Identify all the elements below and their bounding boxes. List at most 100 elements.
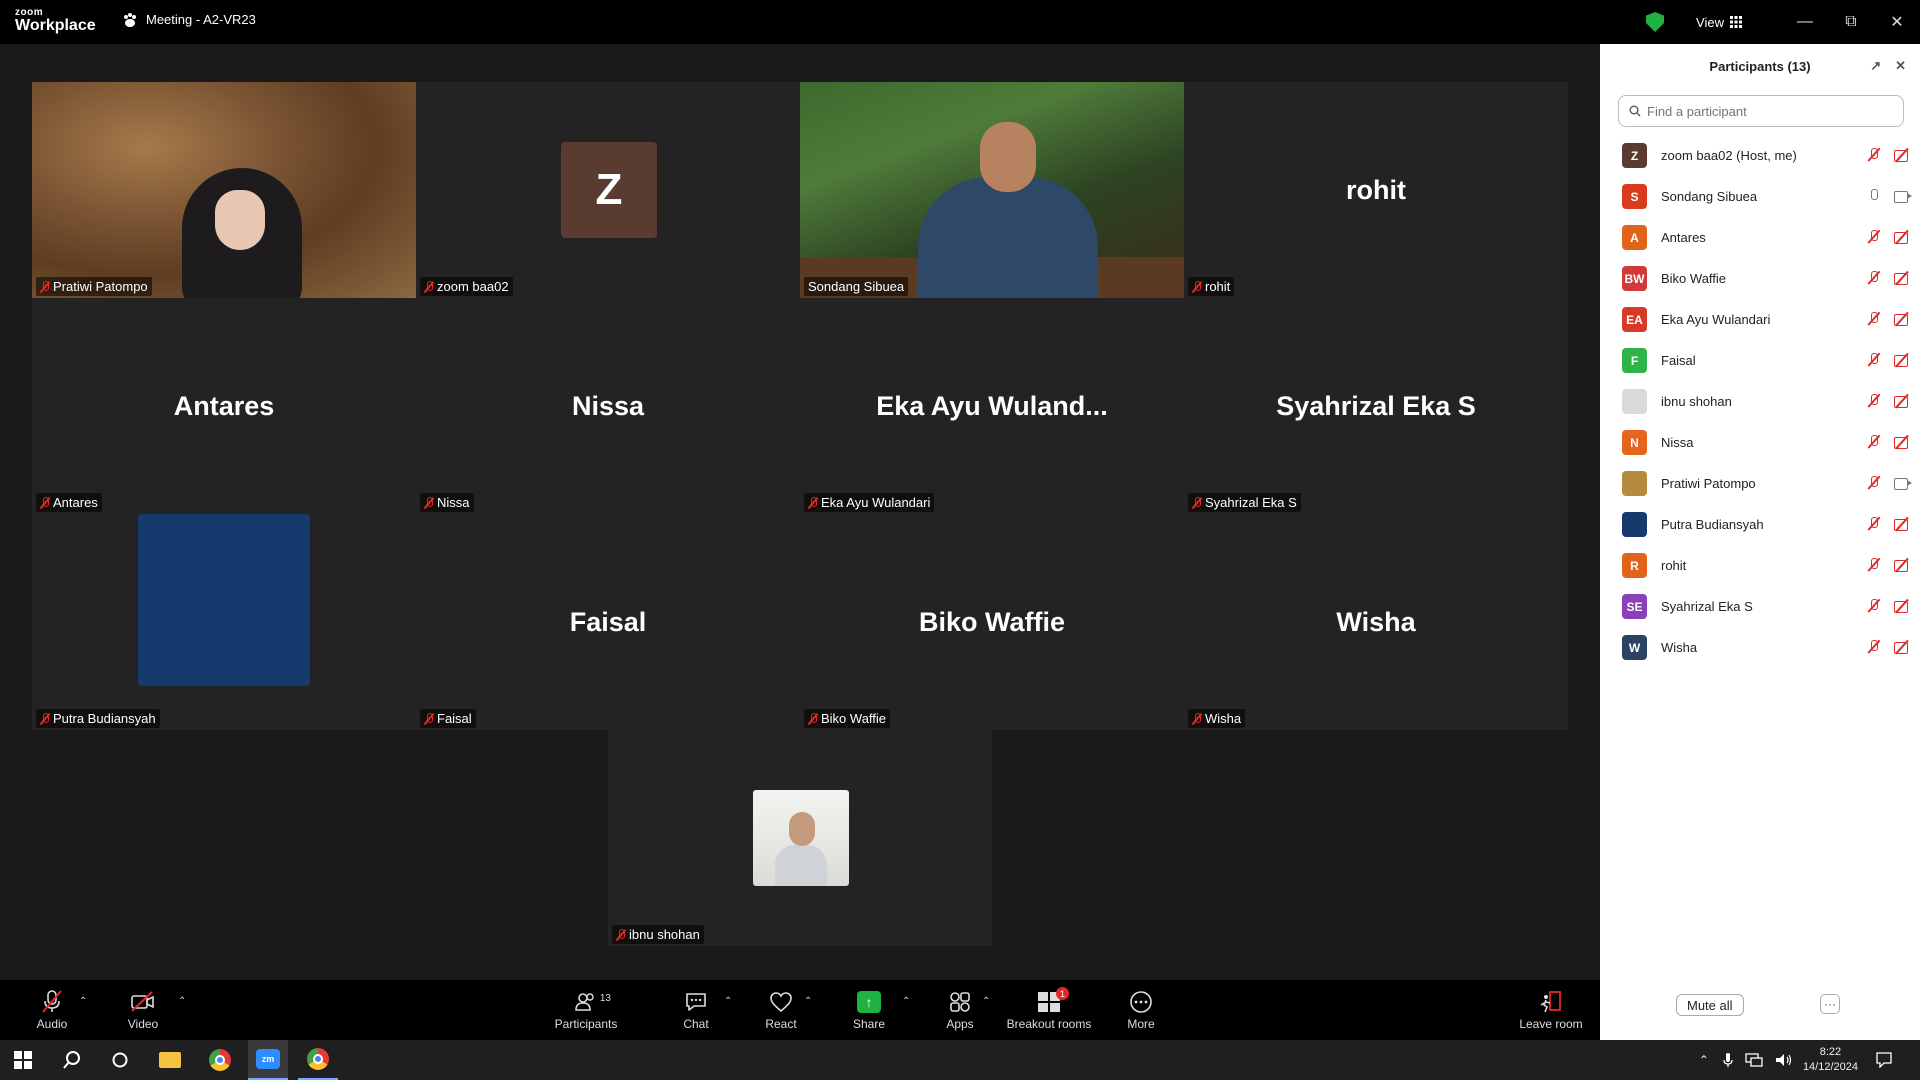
volume-icon[interactable] bbox=[1775, 1053, 1793, 1067]
participant-search[interactable] bbox=[1618, 95, 1904, 127]
more-options-button[interactable]: ··· bbox=[1820, 994, 1840, 1014]
chat-options-caret-icon[interactable]: ⌃ bbox=[724, 996, 732, 1007]
camera-off-icon[interactable] bbox=[1894, 353, 1910, 367]
camera-off-icon[interactable] bbox=[1894, 230, 1910, 244]
tile-eka[interactable]: Eka Ayu Wuland... Eka Ayu Wulandari bbox=[800, 298, 1184, 514]
participant-row[interactable]: SE Syahrizal Eka S bbox=[1600, 586, 1920, 627]
participant-row[interactable]: A Antares bbox=[1600, 217, 1920, 258]
heart-icon bbox=[770, 992, 792, 1013]
audio-button[interactable]: Audio bbox=[36, 980, 68, 1040]
more-button[interactable]: More bbox=[1124, 980, 1158, 1040]
tile-ibnu[interactable]: ibnu shohan bbox=[608, 730, 992, 946]
search-input[interactable] bbox=[1647, 103, 1887, 119]
apps-options-caret-icon[interactable]: ⌃ bbox=[982, 996, 990, 1007]
participant-row[interactable]: W Wisha bbox=[1600, 627, 1920, 668]
leave-room-button[interactable]: Leave room bbox=[1516, 980, 1586, 1040]
close-panel-icon[interactable]: ✕ bbox=[1895, 58, 1906, 74]
mic-muted-icon[interactable] bbox=[1866, 271, 1882, 285]
tile-zoom-baa02[interactable]: Z zoom baa02 bbox=[416, 82, 800, 298]
tray-overflow-icon[interactable]: ⌃ bbox=[1699, 1053, 1709, 1067]
tile-rohit[interactable]: rohit rohit bbox=[1184, 82, 1568, 298]
tile-pratiwi[interactable]: Pratiwi Patompo bbox=[32, 82, 416, 298]
breakout-rooms-button[interactable]: 1 Breakout rooms bbox=[1004, 980, 1094, 1040]
notifications-icon[interactable] bbox=[1876, 1052, 1892, 1068]
tile-nissa[interactable]: Nissa Nissa bbox=[416, 298, 800, 514]
view-button[interactable]: View bbox=[1696, 15, 1742, 30]
react-button[interactable]: React bbox=[764, 980, 798, 1040]
mic-muted-icon bbox=[424, 712, 434, 725]
participant-row[interactable]: F Faisal bbox=[1600, 340, 1920, 381]
tile-sondang-active-speaker[interactable]: Sondang Sibuea bbox=[800, 82, 1184, 298]
react-options-caret-icon[interactable]: ⌃ bbox=[804, 996, 812, 1007]
video-options-caret-icon[interactable]: ⌃ bbox=[178, 996, 186, 1007]
tile-putra[interactable]: Putra Budiansyah bbox=[32, 514, 416, 730]
clock[interactable]: 8:22 14/12/2024 bbox=[1803, 1045, 1858, 1075]
camera-icon[interactable] bbox=[1894, 476, 1912, 490]
title-bar: zoom Workplace Meeting - A2-VR23 View — … bbox=[0, 0, 1920, 44]
tile-biko[interactable]: Biko Waffie Biko Waffie bbox=[800, 514, 1184, 730]
mic-muted-icon[interactable] bbox=[1866, 640, 1882, 654]
panel-title: Participants (13) bbox=[1709, 58, 1811, 74]
camera-off-icon[interactable] bbox=[1894, 435, 1910, 449]
participant-row[interactable]: S Sondang Sibuea bbox=[1600, 176, 1920, 217]
participant-row[interactable]: N Nissa bbox=[1600, 422, 1920, 463]
task-view-button[interactable] bbox=[110, 1040, 130, 1080]
participant-row[interactable]: Rrohit bbox=[1600, 545, 1920, 586]
camera-off-icon[interactable] bbox=[1894, 394, 1910, 408]
search-button[interactable] bbox=[60, 1040, 84, 1080]
mic-muted-icon[interactable] bbox=[1866, 517, 1882, 531]
camera-off-icon[interactable] bbox=[1894, 558, 1910, 572]
microphone-tray-icon[interactable] bbox=[1723, 1052, 1733, 1068]
participant-row[interactable]: Pratiwi Patompo bbox=[1600, 463, 1920, 504]
pop-out-icon[interactable]: ↗ bbox=[1870, 58, 1881, 74]
camera-off-icon[interactable] bbox=[1894, 148, 1910, 162]
meeting-info[interactable]: Meeting - A2-VR23 bbox=[122, 12, 256, 27]
audio-options-caret-icon[interactable]: ⌃ bbox=[79, 996, 87, 1007]
mic-muted-icon[interactable] bbox=[1866, 476, 1882, 490]
video-button[interactable]: Video bbox=[126, 980, 160, 1040]
apps-button[interactable]: Apps bbox=[944, 980, 976, 1040]
camera-off-icon[interactable] bbox=[1894, 517, 1910, 531]
mic-muted-icon[interactable] bbox=[1866, 353, 1882, 367]
chat-button[interactable]: Chat bbox=[680, 980, 712, 1040]
camera-icon[interactable] bbox=[1894, 189, 1912, 203]
tile-syahrizal[interactable]: Syahrizal Eka S Syahrizal Eka S bbox=[1184, 298, 1568, 514]
mic-icon[interactable] bbox=[1866, 189, 1882, 203]
participant-name-large: Wisha bbox=[1336, 606, 1416, 637]
participant-row[interactable]: EA Eka Ayu Wulandari bbox=[1600, 299, 1920, 340]
tile-faisal[interactable]: Faisal Faisal bbox=[416, 514, 800, 730]
camera-off-icon[interactable] bbox=[1894, 271, 1910, 285]
file-explorer-button[interactable] bbox=[158, 1040, 182, 1080]
mic-muted-icon[interactable] bbox=[1866, 599, 1882, 613]
mic-muted-icon[interactable] bbox=[1866, 230, 1882, 244]
camera-off-icon[interactable] bbox=[1894, 640, 1910, 654]
camera-off-icon[interactable] bbox=[1894, 599, 1910, 613]
mic-muted-icon[interactable] bbox=[1866, 148, 1882, 162]
participants-button[interactable]: 13 Participants bbox=[552, 980, 620, 1040]
chrome-active-button[interactable] bbox=[298, 1040, 338, 1080]
participant-row[interactable]: Zzoom baa02 (Host, me) bbox=[1600, 135, 1920, 176]
mic-muted-icon[interactable] bbox=[1866, 312, 1882, 326]
participant-row[interactable]: Putra Budiansyah bbox=[1600, 504, 1920, 545]
chrome-button[interactable] bbox=[208, 1040, 232, 1080]
mute-all-button[interactable]: Mute all bbox=[1676, 994, 1744, 1016]
restore-button[interactable]: ⧉ bbox=[1828, 13, 1874, 31]
mic-muted-icon[interactable] bbox=[1866, 558, 1882, 572]
mic-muted-icon[interactable] bbox=[1866, 435, 1882, 449]
share-button[interactable]: ↑ Share bbox=[852, 980, 886, 1040]
minimize-button[interactable]: — bbox=[1782, 13, 1828, 31]
mic-muted-icon bbox=[424, 496, 434, 509]
participant-row[interactable]: BW Biko Waffie bbox=[1600, 258, 1920, 299]
participant-row[interactable]: ibnu shohan bbox=[1600, 381, 1920, 422]
network-icon[interactable] bbox=[1745, 1053, 1763, 1067]
tile-antares[interactable]: Antares Antares bbox=[32, 298, 416, 514]
start-button[interactable] bbox=[12, 1040, 34, 1080]
share-options-caret-icon[interactable]: ⌃ bbox=[902, 996, 910, 1007]
name-tag: Putra Budiansyah bbox=[36, 709, 160, 728]
tile-wisha[interactable]: Wisha Wisha bbox=[1184, 514, 1568, 730]
camera-off-icon[interactable] bbox=[1894, 312, 1910, 326]
zoom-taskbar-button[interactable]: zm bbox=[248, 1040, 288, 1080]
encryption-shield-icon[interactable] bbox=[1646, 12, 1665, 32]
close-window-button[interactable]: ✕ bbox=[1874, 12, 1920, 32]
mic-muted-icon[interactable] bbox=[1866, 394, 1882, 408]
